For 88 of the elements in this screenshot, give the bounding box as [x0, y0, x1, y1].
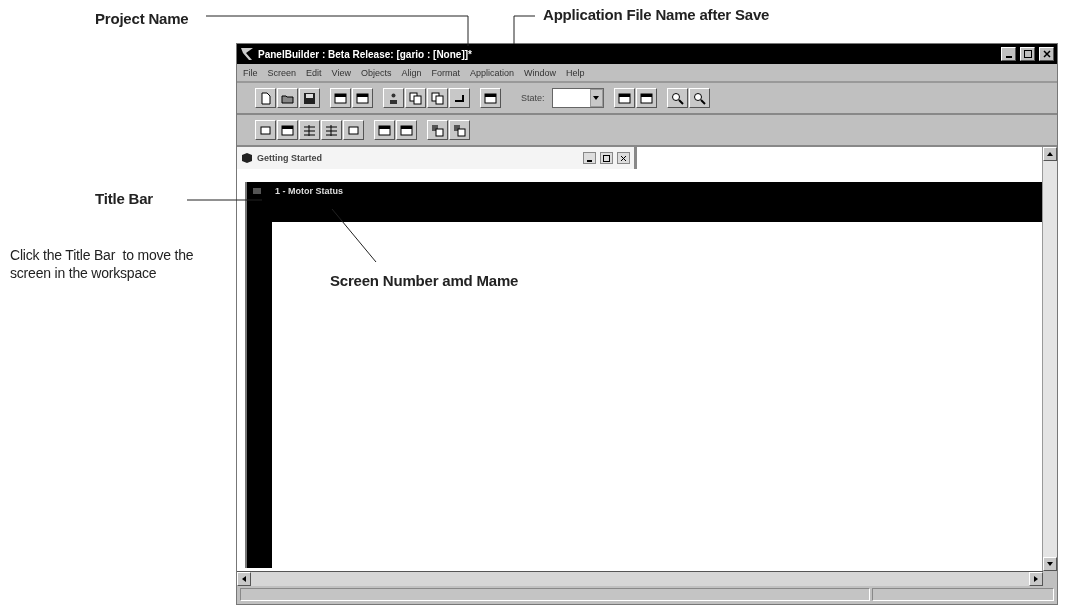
rect-icon — [347, 123, 360, 137]
app-icon — [240, 47, 254, 61]
scroll-up-button[interactable] — [1043, 147, 1057, 161]
left-arrow-icon — [240, 575, 248, 583]
zoom-in-icon — [670, 91, 684, 105]
close-icon — [1042, 50, 1051, 58]
close-button[interactable] — [617, 152, 630, 164]
copy-icon — [409, 91, 422, 105]
toolbar-button[interactable] — [321, 120, 342, 140]
down-arrow-icon — [1046, 560, 1054, 568]
rect-icon — [259, 123, 272, 137]
minimize-button[interactable] — [583, 152, 596, 164]
callout-note: Click the Title Bar to move the screen in the workspace — [10, 247, 195, 282]
toolbar-button[interactable] — [383, 88, 404, 108]
callout-label: Project Name — [95, 10, 189, 29]
shapes-icon — [453, 123, 466, 137]
toolbar-button[interactable] — [427, 88, 448, 108]
toolbar-button[interactable] — [666, 88, 688, 108]
menu-item[interactable]: Format — [431, 67, 460, 78]
menu-icon — [253, 188, 261, 194]
menu-item[interactable]: Help — [566, 67, 585, 78]
toolbar-button[interactable] — [405, 88, 426, 108]
toolbar-button[interactable] — [427, 120, 448, 140]
scroll-right-button[interactable] — [1029, 572, 1043, 586]
menu-item[interactable]: Objects — [360, 67, 392, 78]
grid-icon — [325, 123, 338, 137]
scroll-left-button[interactable] — [237, 572, 251, 586]
toolbar-button[interactable] — [352, 88, 373, 108]
document-icon — [241, 152, 253, 164]
callout-label: Screen Number amd Mame — [330, 272, 519, 291]
toolbar-button[interactable] — [343, 120, 364, 140]
toolbar-button[interactable] — [374, 120, 395, 140]
toolbar-button[interactable] — [299, 120, 320, 140]
grid-icon — [303, 123, 316, 137]
child-window-title: Getting Started — [257, 153, 323, 163]
menu-item[interactable]: Application — [469, 67, 514, 78]
dropdown-button[interactable] — [589, 89, 603, 107]
screen-title: 1 - Motor Status — [275, 186, 343, 196]
maximize-icon — [603, 154, 610, 162]
window-icon — [281, 123, 294, 137]
toolbar-button[interactable] — [613, 88, 635, 108]
shapes-icon — [431, 123, 444, 137]
menu-item[interactable]: Screen — [267, 67, 297, 78]
up-arrow-icon — [1046, 150, 1054, 158]
maximize-icon — [1023, 50, 1032, 58]
state-combo-box[interactable] — [551, 88, 604, 108]
toolbar-button[interactable] — [277, 120, 298, 140]
toolbar-button[interactable] — [449, 120, 470, 140]
person-icon — [387, 91, 400, 105]
toolbar-button[interactable] — [255, 120, 276, 140]
toolbar-button[interactable] — [255, 88, 276, 108]
vertical-scrollbar[interactable] — [1042, 147, 1057, 571]
window-icon — [378, 123, 391, 137]
toolbar-button[interactable] — [330, 88, 351, 108]
toolbar-button[interactable] — [449, 88, 470, 108]
right-arrow-icon — [1032, 575, 1040, 583]
close-icon — [620, 154, 627, 162]
toolbar-button[interactable] — [277, 88, 298, 108]
copy-icon — [431, 91, 444, 105]
menu-item[interactable]: Edit — [306, 67, 322, 78]
page-icon — [259, 91, 272, 105]
menu-item[interactable]: Align — [401, 67, 422, 78]
scroll-down-button[interactable] — [1043, 557, 1057, 571]
window-icon — [617, 91, 631, 105]
maximize-button[interactable] — [600, 152, 613, 164]
callout-label: Title Bar — [95, 190, 153, 209]
state-label: State: — [521, 93, 545, 103]
toolbar-button[interactable] — [688, 88, 710, 108]
window-icon — [484, 91, 497, 105]
menu-item[interactable]: File — [243, 67, 258, 78]
callout-label: Application File Name after Save — [543, 6, 770, 25]
window-icon — [639, 91, 653, 105]
window-icon — [356, 91, 369, 105]
window-icon — [334, 91, 347, 105]
toolbar-button[interactable] — [299, 88, 320, 108]
horizontal-scrollbar[interactable] — [237, 571, 1043, 586]
toolbar-button[interactable] — [396, 120, 417, 140]
menu-item[interactable]: View — [331, 67, 351, 78]
screen-title-bar[interactable]: 1 - Motor Status — [247, 182, 1042, 200]
caret-icon — [592, 94, 600, 102]
menu-item[interactable]: Window — [524, 67, 556, 78]
zoom-out-icon — [692, 91, 706, 105]
window-title: PanelBuilder : Beta Release: [gario : [None]]* — [258, 48, 473, 60]
toolbar-button[interactable] — [635, 88, 657, 108]
toolbar-button[interactable] — [480, 88, 501, 108]
window-icon — [400, 123, 413, 137]
leader-line — [513, 15, 536, 45]
leader-line — [331, 208, 377, 263]
